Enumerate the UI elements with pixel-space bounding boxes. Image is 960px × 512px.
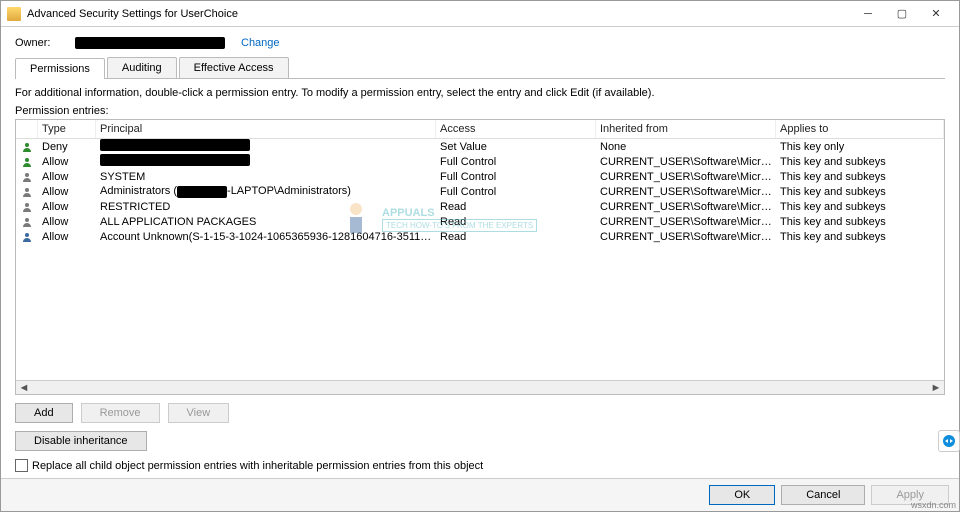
- replace-checkbox[interactable]: [15, 459, 28, 472]
- cell-access: Full Control: [436, 156, 596, 168]
- table-header: Type Principal Access Inherited from App…: [16, 120, 944, 139]
- cell-type: Allow: [38, 186, 96, 198]
- col-principal[interactable]: Principal: [96, 120, 436, 138]
- user-icon: [22, 157, 32, 167]
- cell-inherited: None: [596, 141, 776, 153]
- table-row[interactable]: AllowRESTRICTEDReadCURRENT_USER\Software…: [16, 199, 944, 214]
- table-row[interactable]: AllowAccount Unknown(S-1-15-3-1024-10653…: [16, 229, 944, 244]
- cell-inherited: CURRENT_USER\Software\Microsoft\Windo...: [596, 171, 776, 183]
- table-row[interactable]: AllowAdministrators (-LAPTOP\Administrat…: [16, 184, 944, 199]
- source-watermark: wsxdn.com: [911, 500, 956, 510]
- cell-access: Full Control: [436, 186, 596, 198]
- cell-applies: This key and subkeys: [776, 156, 944, 168]
- cancel-button[interactable]: Cancel: [781, 485, 865, 505]
- owner-row: Owner: Change: [15, 37, 945, 49]
- cell-inherited: CURRENT_USER\Software\Microsoft\Windo...: [596, 216, 776, 228]
- cell-inherited: CURRENT_USER\Software\Microsoft\Windo...: [596, 156, 776, 168]
- user-icon: [22, 202, 32, 212]
- info-text: For additional information, double-click…: [15, 87, 945, 99]
- horizontal-scrollbar[interactable]: ◄ ►: [16, 380, 944, 394]
- cell-access: Read: [436, 231, 596, 243]
- cell-applies: This key and subkeys: [776, 186, 944, 198]
- ok-button[interactable]: OK: [709, 485, 775, 505]
- table-row[interactable]: Allow Full ControlCURRENT_USER\Software\M…: [16, 154, 944, 169]
- col-applies[interactable]: Applies to: [776, 120, 944, 138]
- teamviewer-badge[interactable]: [938, 430, 960, 452]
- tabs: Permissions Auditing Effective Access: [15, 57, 945, 79]
- cell-applies: This key and subkeys: [776, 201, 944, 213]
- cell-principal: Administrators (-LAPTOP\Administrators): [96, 185, 436, 197]
- cell-inherited: CURRENT_USER\Software\Microsoft\Windo...: [596, 201, 776, 213]
- inheritance-row: Disable inheritance: [15, 431, 945, 451]
- cell-type: Allow: [38, 231, 96, 243]
- table-body: APPUALS TECH HOW-TO'S FROM THE EXPERTS D…: [16, 139, 944, 380]
- cell-access: Set Value: [436, 141, 596, 153]
- user-icon: [22, 232, 32, 242]
- content-area: Owner: Change Permissions Auditing Effec…: [1, 27, 959, 478]
- tab-permissions[interactable]: Permissions: [15, 58, 105, 79]
- titlebar: Advanced Security Settings for UserChoic…: [1, 1, 959, 27]
- col-inherited[interactable]: Inherited from: [596, 120, 776, 138]
- view-button: View: [168, 403, 230, 423]
- col-type[interactable]: Type: [38, 120, 96, 138]
- change-owner-link[interactable]: Change: [241, 37, 280, 49]
- permission-table: Type Principal Access Inherited from App…: [15, 119, 945, 395]
- user-icon: [22, 187, 32, 197]
- cell-principal: RESTRICTED: [96, 201, 436, 213]
- entries-label: Permission entries:: [15, 105, 945, 117]
- scroll-left-icon[interactable]: ◄: [18, 382, 30, 394]
- action-buttons: Add Remove View: [15, 403, 945, 423]
- col-access[interactable]: Access: [436, 120, 596, 138]
- cell-inherited: CURRENT_USER\Software\Microsoft\Windo...: [596, 186, 776, 198]
- cell-type: Allow: [38, 216, 96, 228]
- cell-access: Read: [436, 201, 596, 213]
- cell-applies: This key and subkeys: [776, 171, 944, 183]
- col-icon[interactable]: [16, 120, 38, 138]
- scroll-right-icon[interactable]: ►: [930, 382, 942, 394]
- table-row[interactable]: AllowALL APPLICATION PACKAGESReadCURRENT…: [16, 214, 944, 229]
- cell-inherited: CURRENT_USER\Software\Microsoft\Windo...: [596, 231, 776, 243]
- user-icon: [22, 172, 32, 182]
- replace-checkbox-label: Replace all child object permission entr…: [32, 460, 483, 472]
- cell-principal: Account Unknown(S-1-15-3-1024-1065365936…: [96, 231, 436, 243]
- cell-principal: SYSTEM: [96, 171, 436, 183]
- cell-type: Allow: [38, 201, 96, 213]
- cell-access: Full Control: [436, 171, 596, 183]
- cell-applies: This key and subkeys: [776, 216, 944, 228]
- cell-type: Allow: [38, 156, 96, 168]
- cell-access: Read: [436, 216, 596, 228]
- replace-checkbox-row: Replace all child object permission entr…: [15, 459, 945, 472]
- owner-value-redacted: [75, 37, 225, 49]
- maximize-button[interactable]: ▢: [885, 4, 919, 24]
- window-title: Advanced Security Settings for UserChoic…: [27, 8, 851, 20]
- user-icon: [22, 217, 32, 227]
- user-icon: [22, 142, 32, 152]
- cell-applies: This key only: [776, 141, 944, 153]
- minimize-button[interactable]: ─: [851, 4, 885, 24]
- cell-principal: [96, 139, 436, 154]
- folder-icon: [7, 7, 21, 21]
- tab-auditing[interactable]: Auditing: [107, 57, 177, 78]
- table-row[interactable]: Deny Set ValueNoneThis key only: [16, 139, 944, 154]
- tab-effective-access[interactable]: Effective Access: [179, 57, 289, 78]
- cell-principal: ALL APPLICATION PACKAGES: [96, 216, 436, 228]
- add-button[interactable]: Add: [15, 403, 73, 423]
- cell-type: Allow: [38, 171, 96, 183]
- dialog-footer: OK Cancel Apply: [1, 478, 959, 511]
- close-button[interactable]: ✕: [919, 4, 953, 24]
- security-settings-window: Advanced Security Settings for UserChoic…: [0, 0, 960, 512]
- disable-inheritance-button[interactable]: Disable inheritance: [15, 431, 147, 451]
- cell-type: Deny: [38, 141, 96, 153]
- cell-applies: This key and subkeys: [776, 231, 944, 243]
- owner-label: Owner:: [15, 37, 75, 49]
- remove-button: Remove: [81, 403, 160, 423]
- cell-principal: [96, 154, 436, 169]
- table-row[interactable]: AllowSYSTEMFull ControlCURRENT_USER\Soft…: [16, 169, 944, 184]
